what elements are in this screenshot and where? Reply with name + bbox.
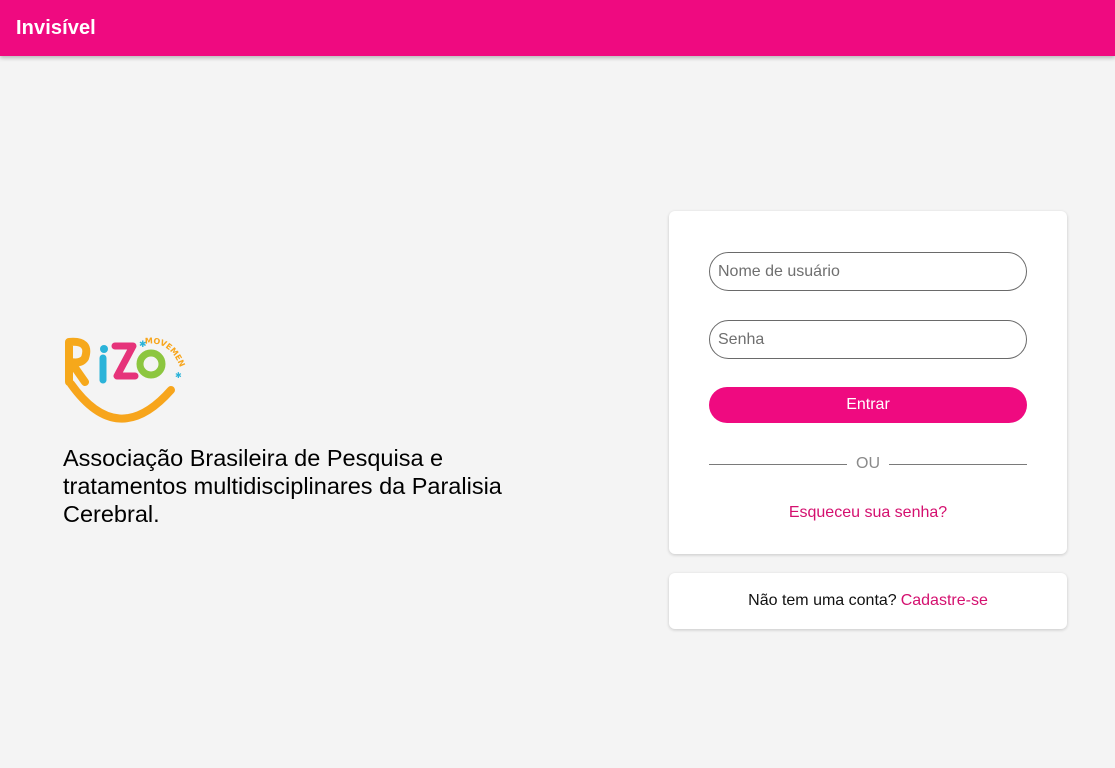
- tagline: Associação Brasileira de Pesquisa e trat…: [63, 445, 502, 527]
- divider-line-right: [889, 463, 1027, 465]
- rizo-movement-logo: MOVEMENT ✱ ✱: [63, 332, 187, 423]
- hero-section: MOVEMENT ✱ ✱ Associação Brasileira de Pe…: [63, 332, 533, 528]
- or-divider: OU: [709, 454, 1027, 474]
- signup-card: Não tem uma conta? Cadastre-se: [669, 573, 1067, 629]
- top-app-bar: Invisível: [0, 0, 1115, 56]
- login-button[interactable]: Entrar: [709, 387, 1027, 423]
- signup-link[interactable]: Cadastre-se: [901, 592, 988, 610]
- svg-text:✱: ✱: [139, 340, 147, 350]
- divider-line-left: [709, 463, 847, 465]
- divider-label: OU: [856, 455, 880, 472]
- svg-text:✱: ✱: [175, 371, 182, 380]
- username-input[interactable]: [709, 252, 1027, 291]
- password-input[interactable]: [709, 320, 1027, 359]
- forgot-password-link[interactable]: Esqueceu sua senha?: [669, 504, 1067, 522]
- login-card: Entrar OU Esqueceu sua senha?: [669, 211, 1067, 554]
- signup-prompt: Não tem uma conta?: [748, 592, 897, 609]
- app-title: Invisível: [16, 16, 96, 39]
